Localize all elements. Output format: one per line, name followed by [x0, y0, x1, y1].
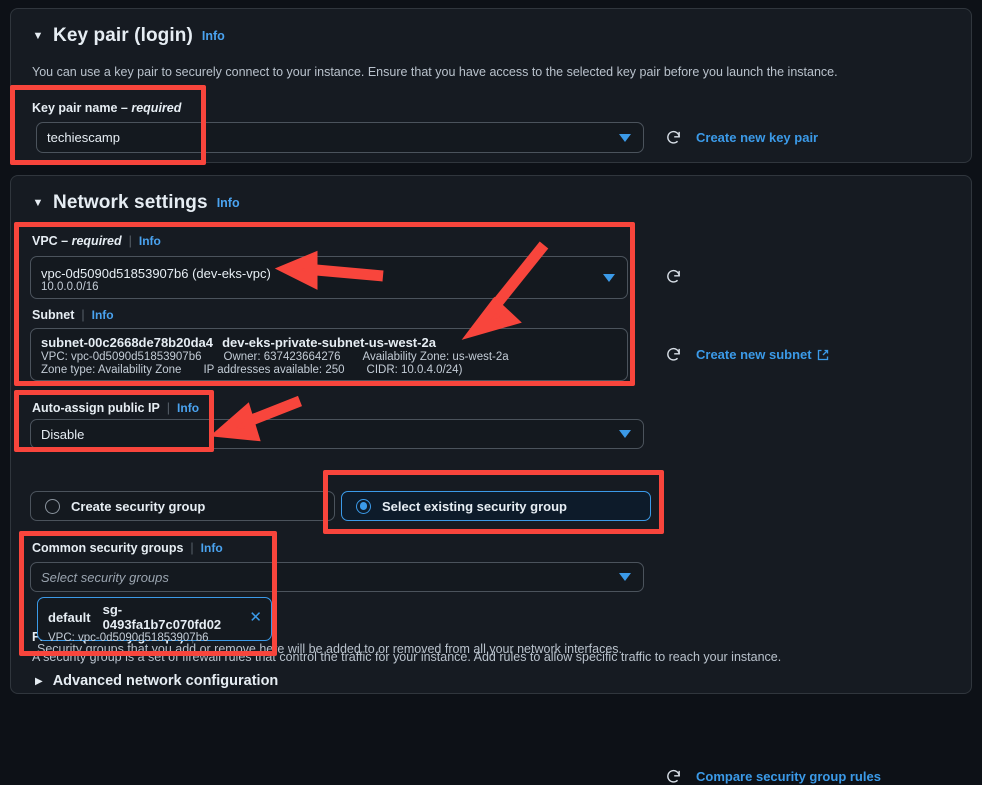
close-icon[interactable]: ✕ [249, 610, 262, 625]
subnet-meta-cidr: CIDR: 10.0.4.0/24) [366, 364, 463, 376]
create-new-key-pair-link[interactable]: Create new key pair [696, 130, 818, 145]
radio-icon[interactable] [356, 498, 371, 514]
radio-select-existing-security-group[interactable]: Select existing security group [341, 491, 651, 521]
vpc-cidr: 10.0.0.0/16 [41, 280, 99, 293]
subnet-meta-row-2: Zone type: Availability Zone IP addresse… [41, 364, 617, 376]
chevron-down-icon[interactable]: ▼ [32, 30, 44, 42]
subnet-meta-zone-type: Zone type: Availability Zone [41, 364, 182, 376]
key-pair-description: You can use a key pair to securely conne… [32, 65, 838, 79]
radio-select-existing-security-group-label: Select existing security group [382, 498, 567, 514]
common-security-groups-info-link[interactable]: Info [201, 541, 223, 555]
key-pair-name-label: Key pair name – required [32, 101, 181, 115]
security-group-chip[interactable]: default sg-0493fa1b7c070fd02 ✕ VPC: vpc-… [37, 597, 272, 644]
network-settings-section-header[interactable]: ▼ Network settings Info [32, 192, 240, 214]
network-settings-card: ▼ Network settings Info VPC – required |… [10, 175, 972, 784]
create-new-key-pair-action[interactable]: Create new key pair [665, 129, 818, 146]
compare-security-group-rules-action[interactable]: Compare security group rules [665, 768, 881, 785]
key-pair-title: Key pair (login) [53, 25, 193, 46]
chevron-down-icon[interactable]: ▼ [32, 197, 44, 209]
vpc-info-link[interactable]: Info [139, 234, 161, 248]
auto-assign-public-ip-label-text: Auto-assign public IP [32, 401, 160, 415]
auto-assign-public-ip-value: Disable [41, 426, 85, 442]
radio-create-security-group[interactable]: Create security group [30, 491, 335, 521]
create-new-subnet-action[interactable]: Create new subnet [665, 346, 829, 363]
security-group-chip-top: default sg-0493fa1b7c070fd02 ✕ [48, 602, 262, 632]
common-security-groups-label: Common security groups | Info [32, 541, 223, 555]
chevron-down-icon[interactable] [603, 273, 615, 282]
subnet-meta-row-1: VPC: vpc-0d5090d51853907b6 Owner: 637423… [41, 351, 617, 363]
security-group-chip-id: sg-0493fa1b7c070fd02 [102, 602, 222, 632]
security-group-chip-name: default [48, 609, 91, 625]
refresh-icon[interactable] [665, 268, 682, 285]
compare-security-group-rules-link[interactable]: Compare security group rules [696, 769, 881, 784]
vpc-refresh-action[interactable] [665, 268, 682, 285]
auto-assign-public-ip-info-link[interactable]: Info [177, 401, 199, 415]
vpc-label: VPC – required | Info [32, 234, 161, 248]
subnet-meta-az: Availability Zone: us-west-2a [362, 351, 509, 363]
subnet-meta-vpc: VPC: vpc-0d5090d51853907b6 [41, 351, 202, 363]
radio-create-security-group-label: Create security group [71, 498, 206, 514]
security-groups-footnote: Security groups that you add or remove h… [37, 642, 623, 656]
network-settings-info-link[interactable]: Info [217, 196, 240, 210]
common-security-groups-select[interactable]: Select security groups [30, 562, 644, 592]
key-pair-info-link[interactable]: Info [202, 29, 225, 43]
subnet-info-link[interactable]: Info [92, 308, 114, 322]
chevron-down-icon[interactable] [619, 573, 631, 581]
key-pair-name-select[interactable]: techiescamp [36, 122, 644, 153]
subnet-id: subnet-00c2668de78b20da4 [41, 335, 213, 350]
key-pair-card: ▼ Key pair (login) Info You can use a ke… [10, 8, 972, 163]
vpc-selected-value: vpc-0d5090d51853907b6 (dev-eks-vpc) [41, 265, 271, 281]
subnet-top-row: subnet-00c2668de78b20da4 [41, 335, 617, 350]
external-link-icon [817, 349, 828, 360]
refresh-icon[interactable] [665, 346, 682, 363]
key-pair-required-text: required [131, 101, 182, 115]
key-pair-selected-value: techiescamp [47, 130, 120, 145]
create-new-subnet-link[interactable]: Create new subnet [696, 347, 829, 362]
key-pair-section-header[interactable]: ▼ Key pair (login) Info [32, 25, 225, 47]
vpc-select[interactable]: vpc-0d5090d51853907b6 (dev-eks-vpc) 10.0… [30, 256, 628, 299]
subnet-label-text: Subnet [32, 308, 75, 322]
advanced-network-configuration-label: Advanced network configuration [52, 673, 279, 689]
common-security-groups-placeholder: Select security groups [41, 569, 169, 585]
common-security-groups-label-text: Common security groups [32, 541, 184, 555]
advanced-network-configuration-row[interactable]: ▶ Advanced network configuration [35, 673, 278, 689]
radio-icon[interactable] [45, 498, 60, 514]
vpc-label-text: VPC – [32, 234, 72, 248]
subnet-meta-ip-available: IP addresses available: 250 [203, 364, 345, 376]
subnet-label: Subnet | Info [32, 308, 114, 322]
auto-assign-public-ip-select[interactable]: Disable [30, 419, 644, 449]
create-new-subnet-label: Create new subnet [696, 347, 812, 362]
chevron-down-icon[interactable] [619, 133, 631, 142]
chevron-down-icon[interactable] [619, 430, 631, 438]
key-pair-name-label-text: Key pair name – [32, 101, 132, 115]
chevron-right-icon[interactable]: ▶ [35, 676, 43, 687]
refresh-icon[interactable] [665, 768, 682, 785]
refresh-icon[interactable] [665, 129, 682, 146]
ec2-launch-instance-form: ▼ Key pair (login) Info You can use a ke… [0, 0, 982, 784]
vpc-required-text: required [71, 234, 122, 248]
network-settings-title: Network settings [53, 192, 208, 213]
auto-assign-public-ip-label: Auto-assign public IP | Info [32, 401, 200, 415]
subnet-meta-owner: Owner: 637423664276 [223, 351, 341, 363]
subnet-select[interactable]: subnet-00c2668de78b20da4 dev-eks-private… [30, 328, 628, 381]
